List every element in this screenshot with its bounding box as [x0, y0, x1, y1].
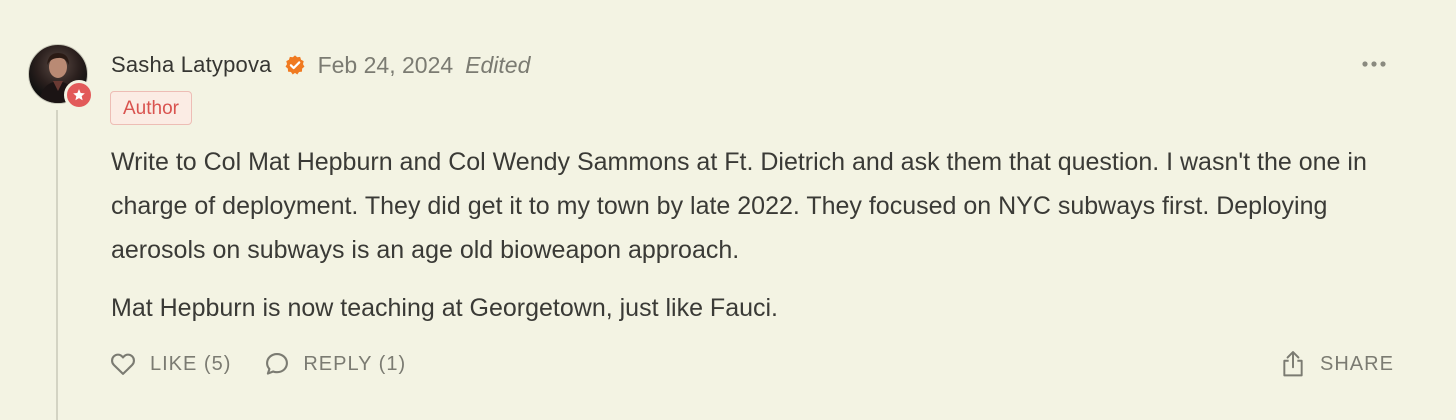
speech-bubble-icon	[266, 353, 289, 375]
share-upload-icon	[1283, 351, 1303, 377]
author-name[interactable]: Sasha Latypova	[111, 52, 272, 78]
like-label: LIKE (5)	[150, 352, 232, 375]
comment-paragraph: Write to Col Mat Hepburn and Col Wendy S…	[111, 148, 1367, 264]
thread-line	[56, 110, 58, 420]
comment-body: Write to Col Mat Hepburn and Col Wendy S…	[111, 140, 1391, 330]
author-star-badge	[64, 80, 94, 110]
share-label: SHARE	[1320, 352, 1394, 375]
share-button[interactable]: SHARE	[1280, 344, 1394, 384]
like-button[interactable]: LIKE (5)	[108, 350, 231, 378]
comment-paragraph: Mat Hepburn is now teaching at Georgetow…	[111, 294, 779, 322]
star-icon	[73, 89, 85, 101]
comment: Sasha Latypova Feb 24, 2024 Edited Autho…	[0, 0, 1456, 420]
edited-label: Edited	[465, 51, 531, 78]
reply-button[interactable]: REPLY (1)	[263, 350, 406, 378]
reply-label: REPLY (1)	[303, 352, 407, 375]
verified-check-icon	[284, 54, 306, 76]
comment-meta: Sasha Latypova Feb 24, 2024 Edited	[111, 50, 530, 80]
comment-date[interactable]: Feb 24, 2024	[318, 52, 454, 79]
author-badge: Author	[110, 91, 192, 125]
avatar-wrap[interactable]	[28, 44, 94, 110]
more-options-button[interactable]	[1358, 52, 1390, 76]
heart-icon	[111, 353, 135, 375]
more-dots-icon	[1362, 61, 1386, 67]
comment-actions: LIKE (5) REPLY (1)	[108, 344, 406, 384]
